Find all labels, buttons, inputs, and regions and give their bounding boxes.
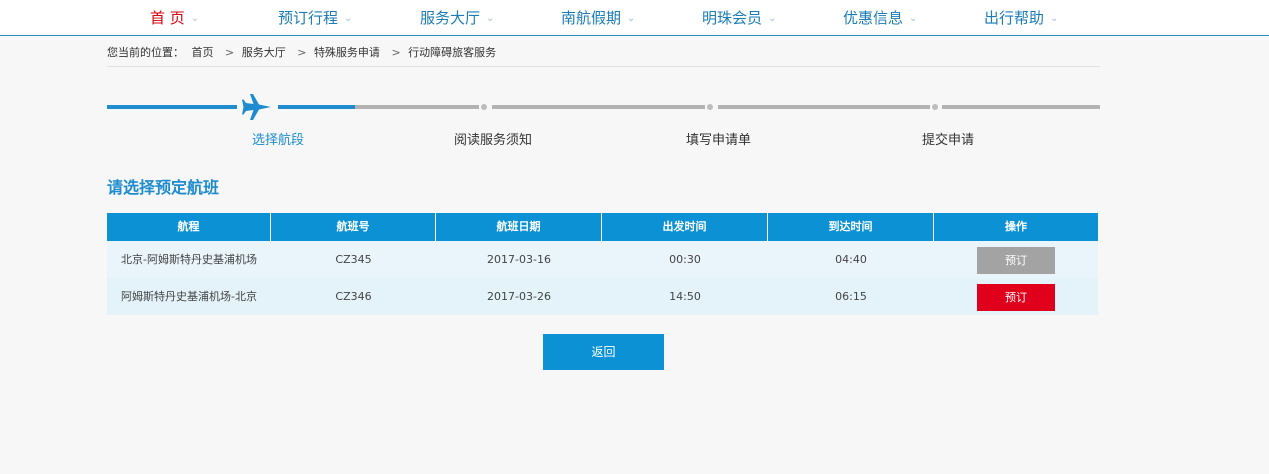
column-header-route: 航程 xyxy=(107,213,271,241)
table-row: 阿姆斯特丹史基浦机场-北京 CZ346 2017-03-26 14:50 06:… xyxy=(107,278,1098,315)
nav-item-promotions[interactable]: 优惠信息 ⌄ xyxy=(843,0,917,36)
breadcrumb-separator: > xyxy=(391,46,401,59)
top-navigation: 首 页 ⌄ 预订行程 ⌄ 服务大厅 ⌄ 南航假期 ⌄ 明珠会员 ⌄ 优惠信息 ⌄ 出行帮助 ⌄ xyxy=(0,0,1269,36)
nav-item-label: 明珠会员 xyxy=(702,9,763,27)
chevron-down-icon: ⌄ xyxy=(1050,13,1059,24)
breadcrumb-separator: > xyxy=(225,46,235,59)
flights-table: 航程 航班号 航班日期 出发时间 到达时间 操作 北京-阿姆斯特丹史基浦机场 C… xyxy=(107,213,1098,315)
breadcrumb-home[interactable]: 首页 xyxy=(192,46,214,59)
nav-item-label: 南航假期 xyxy=(561,9,622,27)
cell-route: 阿姆斯特丹史基浦机场-北京 xyxy=(121,290,257,303)
breadcrumb-divider xyxy=(107,66,1100,67)
progress-current-bar xyxy=(278,105,355,109)
nav-item-label: 优惠信息 xyxy=(843,9,904,27)
nav-item-booking[interactable]: 预订行程 ⌄ xyxy=(278,0,352,36)
table-row: 北京-阿姆斯特丹史基浦机场 CZ345 2017-03-16 00:30 04:… xyxy=(107,241,1098,278)
cell-departure: 00:30 xyxy=(669,253,701,266)
cell-arrival: 06:15 xyxy=(835,290,867,303)
nav-item-service-hall[interactable]: 服务大厅 ⌄ xyxy=(420,0,494,36)
back-button[interactable]: 返回 xyxy=(543,334,664,370)
breadcrumb-current: 行动障碍旅客服务 xyxy=(408,46,497,59)
step-submit: 提交申请 xyxy=(922,133,975,148)
step-read-notice: 阅读服务须知 xyxy=(454,133,533,148)
cell-action: 预订 xyxy=(934,241,1098,278)
chevron-down-icon: ⌄ xyxy=(486,13,495,24)
step-fill-form: 填写申请单 xyxy=(686,133,752,148)
progress-pending-bar xyxy=(355,105,479,109)
nav-item-label: 服务大厅 xyxy=(420,9,481,27)
section-title: 请选择预定航班 xyxy=(107,178,220,197)
nav-item-travel-help[interactable]: 出行帮助 ⌄ xyxy=(984,0,1058,36)
column-header-flight-date: 航班日期 xyxy=(436,213,602,241)
cell-action: 预订 xyxy=(934,278,1098,315)
progress-pending-bar xyxy=(492,105,705,109)
cell-route: 北京-阿姆斯特丹史基浦机场 xyxy=(121,253,257,266)
nav-item-home[interactable]: 首 页 ⌄ xyxy=(150,0,199,36)
chevron-down-icon: ⌄ xyxy=(627,13,636,24)
table-header: 航程 航班号 航班日期 出发时间 到达时间 操作 xyxy=(107,213,1098,241)
step-dot xyxy=(707,104,713,110)
progress-completed-bar xyxy=(107,105,237,109)
cell-flight-no: CZ345 xyxy=(335,253,372,266)
breadcrumb-prefix: 您当前的位置： xyxy=(107,46,184,59)
column-header-departure: 出发时间 xyxy=(602,213,768,241)
step-select-segment: 选择航段 xyxy=(252,133,305,148)
cell-arrival: 04:40 xyxy=(835,253,867,266)
nav-item-holidays[interactable]: 南航假期 ⌄ xyxy=(561,0,635,36)
chevron-down-icon: ⌄ xyxy=(909,13,918,24)
book-button-disabled[interactable]: 预订 xyxy=(977,246,1055,274)
chevron-down-icon: ⌄ xyxy=(768,13,777,24)
chevron-down-icon: ⌄ xyxy=(344,13,353,24)
book-button[interactable]: 预订 xyxy=(977,283,1055,311)
nav-item-label: 预订行程 xyxy=(278,9,339,27)
breadcrumb-separator: > xyxy=(297,46,307,59)
cell-flight-no: CZ346 xyxy=(335,290,372,303)
step-dot xyxy=(481,104,487,110)
cell-flight-date: 2017-03-16 xyxy=(487,253,551,266)
step-dot xyxy=(932,104,938,110)
progress-pending-bar xyxy=(942,105,1100,109)
column-header-flight-no: 航班号 xyxy=(271,213,436,241)
nav-item-label: 出行帮助 xyxy=(984,9,1045,27)
nav-item-membership[interactable]: 明珠会员 ⌄ xyxy=(702,0,776,36)
column-header-action: 操作 xyxy=(934,213,1098,241)
nav-item-label: 首 页 xyxy=(150,9,185,27)
step-progress-bar xyxy=(107,92,1100,122)
cell-flight-date: 2017-03-26 xyxy=(487,290,551,303)
breadcrumb: 您当前的位置： 首页 > 服务大厅 > 特殊服务申请 > 行动障碍旅客服务 xyxy=(107,44,500,60)
breadcrumb-service-hall[interactable]: 服务大厅 xyxy=(242,46,286,59)
progress-pending-bar xyxy=(718,105,930,109)
breadcrumb-special-service[interactable]: 特殊服务申请 xyxy=(314,46,380,59)
airplane-icon xyxy=(242,94,271,120)
cell-departure: 14:50 xyxy=(669,290,701,303)
chevron-down-icon: ⌄ xyxy=(190,13,200,24)
column-header-arrival: 到达时间 xyxy=(768,213,934,241)
